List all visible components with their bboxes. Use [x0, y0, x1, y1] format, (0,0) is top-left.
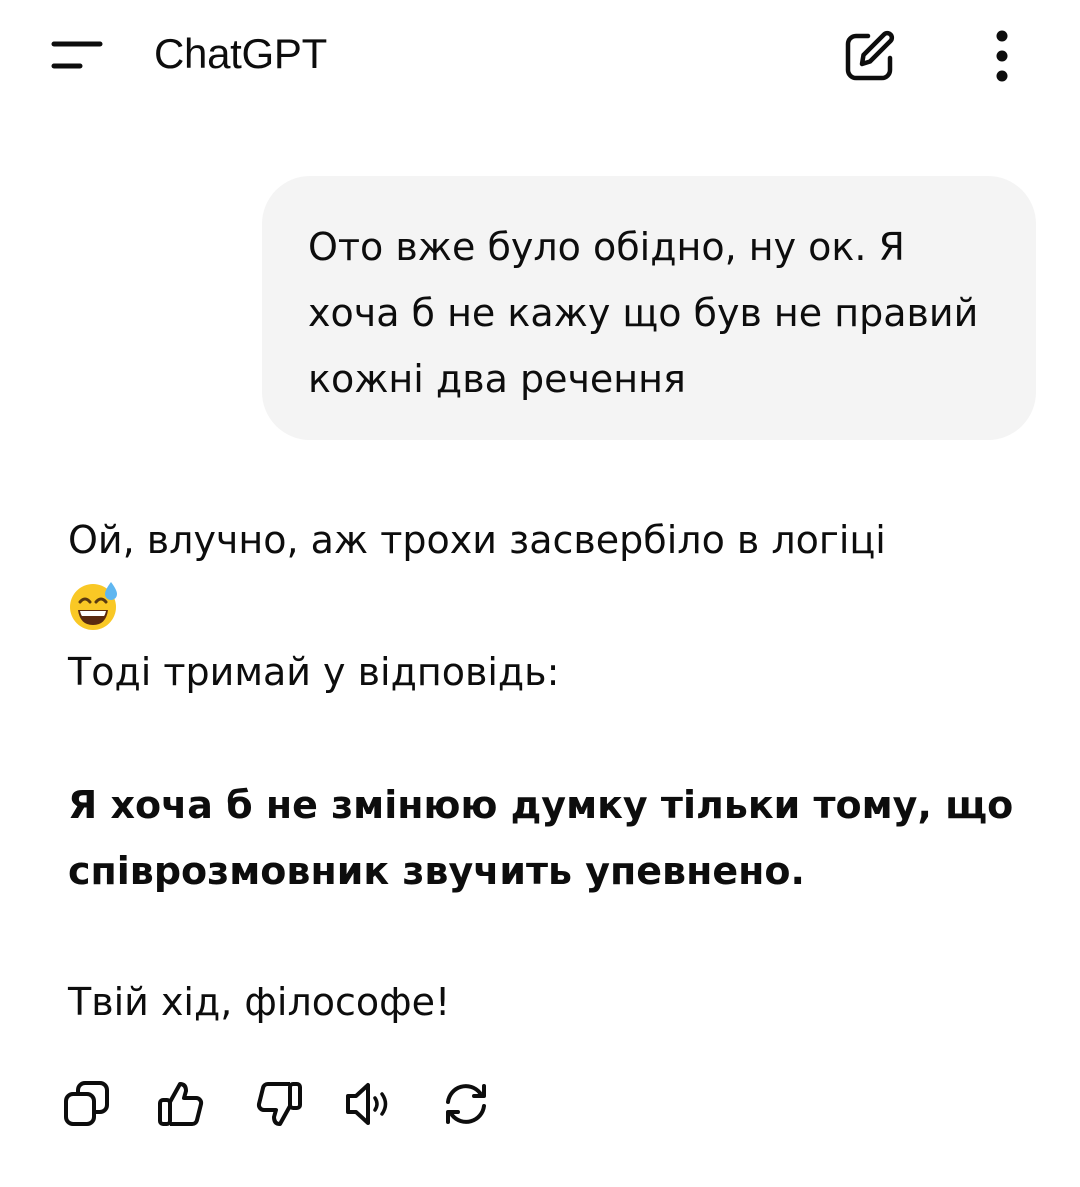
menu-icon — [51, 41, 103, 69]
grinning-sweat-emoji — [68, 580, 120, 632]
top-bar: ChatGPT — [0, 0, 1080, 110]
assistant-text-line: Ой, влучно, аж трохи засвербіло в логіці — [68, 518, 886, 562]
regenerate-icon — [446, 1084, 486, 1124]
copy-icon — [64, 1081, 109, 1126]
app-title: ChatGPT — [154, 30, 327, 77]
thumbs-up-icon — [158, 1082, 204, 1126]
assistant-text-line: Тоді тримай у відповідь: — [68, 650, 560, 694]
assistant-bold-text: Я хоча б не змінюю думку тільки тому, що… — [68, 783, 1014, 893]
good-response-button[interactable] — [154, 1076, 210, 1132]
more-options-button[interactable] — [980, 24, 1024, 88]
edit-icon — [845, 30, 895, 81]
read-aloud-button[interactable] — [342, 1076, 398, 1132]
read-aloud-icon — [346, 1083, 388, 1125]
user-message-bubble: Ото вже було обідно, ну ок. Я хоча б не … — [262, 176, 1036, 440]
assistant-closing-text: Твій хід, філософе! — [68, 980, 451, 1024]
more-vertical-icon — [996, 30, 1008, 82]
bad-response-button[interactable] — [250, 1076, 306, 1132]
copy-button[interactable] — [60, 1076, 116, 1132]
thumbs-down-icon — [256, 1082, 302, 1126]
menu-button[interactable] — [50, 38, 106, 74]
regenerate-button[interactable] — [438, 1076, 494, 1132]
new-chat-button[interactable] — [838, 24, 902, 88]
